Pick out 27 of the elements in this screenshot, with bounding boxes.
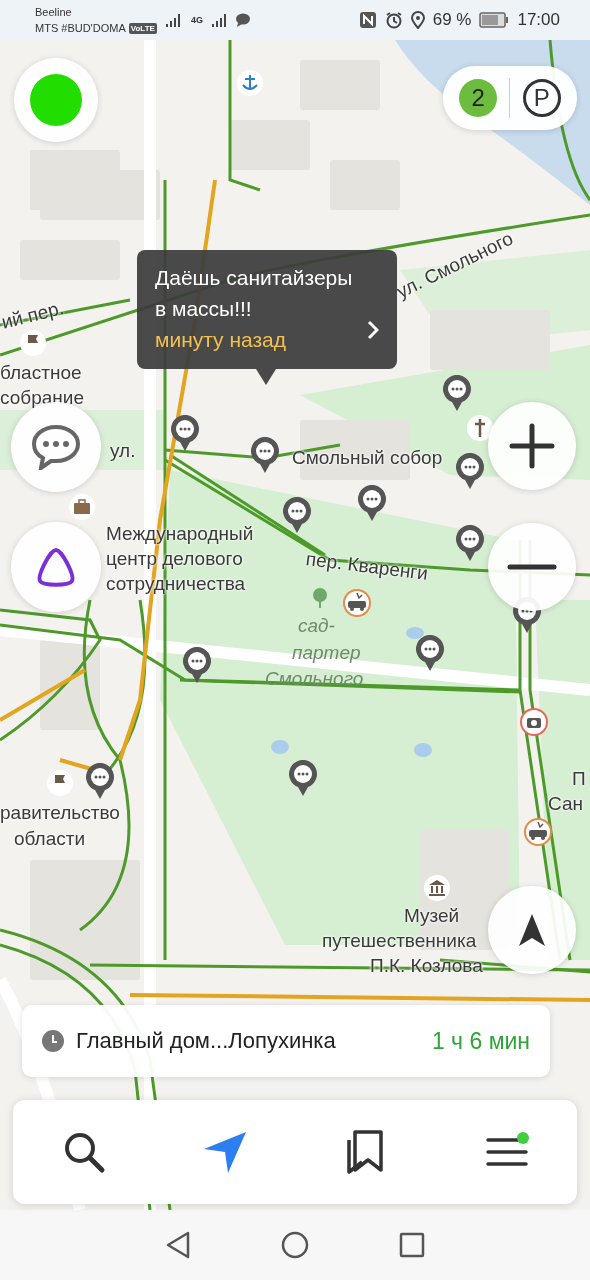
place-label: бластное xyxy=(0,362,82,384)
traffic-level-badge[interactable]: 2 xyxy=(459,79,498,117)
street-label: пер. Кваренги xyxy=(304,548,430,585)
comment-text: Даёшь санитайзеры в массы!!! xyxy=(155,265,354,322)
park-label: сад- xyxy=(298,615,335,637)
park-label: партер xyxy=(292,642,361,664)
place-label: области xyxy=(14,828,86,850)
place-label: П xyxy=(572,768,586,790)
carrier-name: Beeline xyxy=(35,5,73,20)
comment-time: минуту назад xyxy=(155,327,288,353)
network-type: 4G xyxy=(190,15,203,25)
place-label: собрание xyxy=(0,387,84,409)
clock-time: 17:00 xyxy=(517,10,560,30)
place-label: Смольный собор xyxy=(292,447,443,469)
street-label: ий пер. xyxy=(0,297,66,334)
volte-badge: VoLTE xyxy=(128,22,157,34)
place-label: равительство xyxy=(0,802,120,824)
route-card[interactable]: Главный дом...Лопухинка 1 ч 6 мин xyxy=(22,1005,550,1077)
place-label: Музей xyxy=(404,905,460,927)
route-duration: 1 ч 6 мин xyxy=(431,1027,530,1055)
parking-button[interactable]: P xyxy=(522,79,561,117)
place-label: путешественника xyxy=(322,930,477,952)
street-label: ул. xyxy=(110,440,136,462)
carrier-name: MTS #BUD'DOMA xyxy=(35,21,126,36)
battery-percent: 69 % xyxy=(432,10,472,30)
place-label: Сан xyxy=(548,793,583,815)
route-title: Главный дом...Лопухинка xyxy=(76,1028,337,1054)
